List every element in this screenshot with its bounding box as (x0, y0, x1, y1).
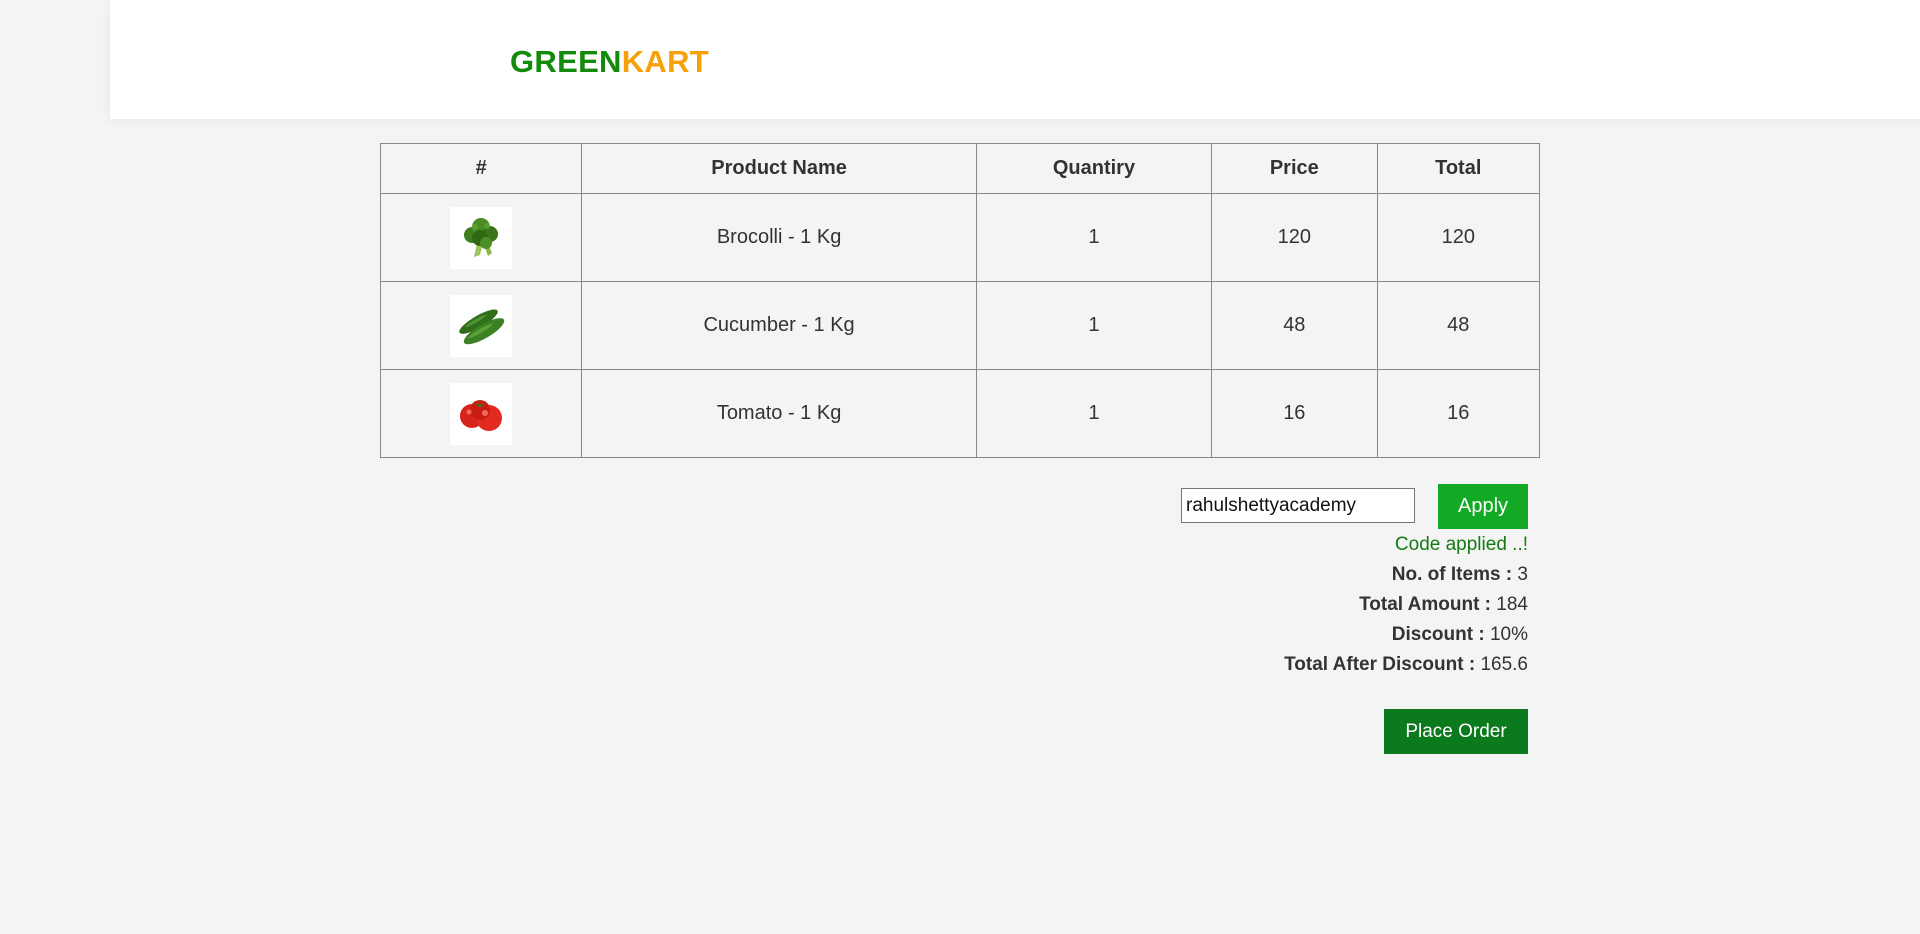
column-header-price: Price (1211, 143, 1378, 194)
items-count-label: No. of Items : (1391, 564, 1513, 585)
total-after-discount-label: Total After Discount : (1284, 654, 1476, 675)
table-row: Brocolli - 1 Kg 1 120 120 (379, 193, 1541, 282)
product-image-cell (379, 193, 583, 282)
table-row: Cucumber - 1 Kg 1 48 48 (379, 281, 1541, 370)
total-amount-value: 184 (1496, 594, 1528, 615)
quantity-cell: 1 (975, 369, 1213, 458)
order-summary: Code applied ..! No. of Items : 3 Total … (1284, 530, 1528, 680)
total-amount-label: Total Amount : (1359, 594, 1492, 615)
column-header-product-name: Product Name (581, 143, 977, 194)
total-cell: 120 (1376, 193, 1541, 282)
product-image-cell (379, 281, 583, 370)
cucumber-image (450, 294, 513, 357)
price-cell: 48 (1211, 281, 1378, 370)
brand-green-text: GREEN (510, 44, 622, 79)
broccoli-image (450, 206, 513, 269)
items-count-value: 3 (1517, 564, 1528, 585)
cart-table: # Product Name Quantiry Price Total Broc… (379, 143, 1541, 458)
discount-line: Discount : 10% (1284, 620, 1528, 650)
column-header-index: # (379, 143, 583, 194)
apply-promo-button[interactable]: Apply (1438, 484, 1528, 529)
tomato-image (450, 382, 513, 445)
place-order-button[interactable]: Place Order (1384, 709, 1528, 754)
brand-logo[interactable]: GREENKART (510, 44, 709, 80)
total-after-discount-line: Total After Discount : 165.6 (1284, 650, 1528, 680)
promo-status-text: Code applied ..! (1394, 534, 1528, 555)
total-amount-line: Total Amount : 184 (1284, 590, 1528, 620)
site-header: GREENKART (110, 0, 1920, 119)
promo-code-input[interactable] (1181, 488, 1415, 523)
price-cell: 120 (1211, 193, 1378, 282)
price-cell: 16 (1211, 369, 1378, 458)
total-cell: 48 (1376, 281, 1541, 370)
product-name-cell: Tomato - 1 Kg (581, 369, 977, 458)
table-row: Tomato - 1 Kg 1 16 16 (379, 369, 1541, 458)
total-after-discount-value: 165.6 (1480, 654, 1528, 675)
table-header-row: # Product Name Quantiry Price Total (379, 143, 1541, 194)
items-count-line: No. of Items : 3 (1284, 560, 1528, 590)
discount-label: Discount : (1391, 624, 1485, 645)
quantity-cell: 1 (975, 281, 1213, 370)
column-header-quantity: Quantiry (975, 143, 1213, 194)
quantity-cell: 1 (975, 193, 1213, 282)
product-name-cell: Cucumber - 1 Kg (581, 281, 977, 370)
product-name-cell: Brocolli - 1 Kg (581, 193, 977, 282)
brand-kart-text: KART (621, 44, 710, 79)
column-header-total: Total (1376, 143, 1541, 194)
product-image-cell (379, 369, 583, 458)
discount-value: 10% (1489, 624, 1528, 645)
total-cell: 16 (1376, 369, 1541, 458)
